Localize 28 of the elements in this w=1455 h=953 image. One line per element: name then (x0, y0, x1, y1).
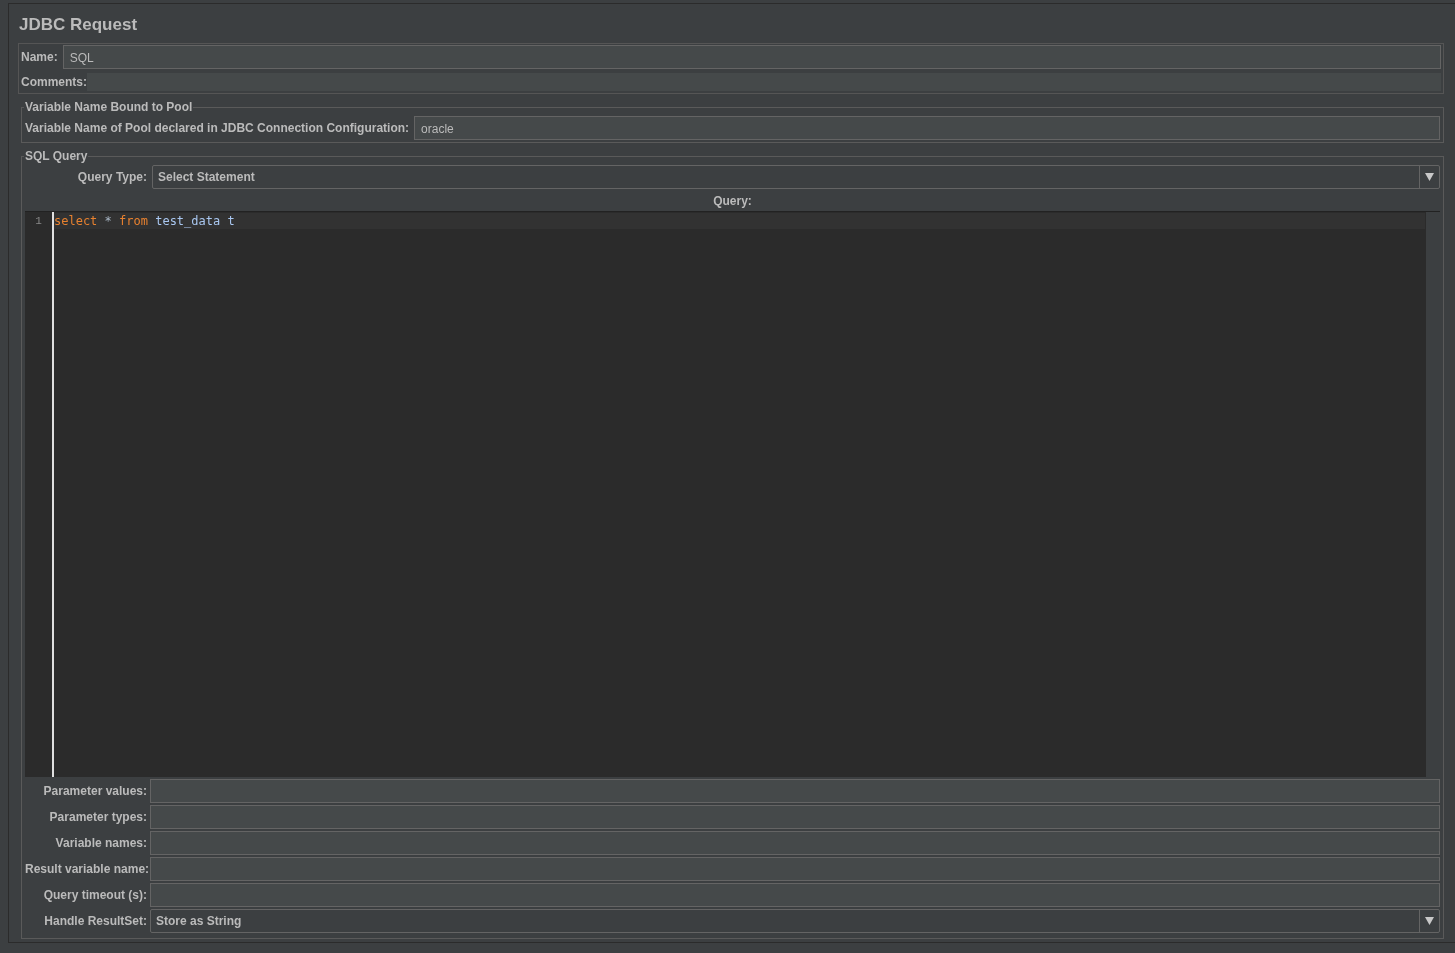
parameter-label: Parameter values: (42, 784, 147, 798)
parameter-label: Result variable name: (25, 862, 147, 876)
line-number: 1 (34, 214, 43, 229)
scrollbar-track[interactable] (1425, 212, 1440, 777)
query-type-dropdown[interactable]: Select Statement (152, 165, 1440, 189)
name-label: Name: (21, 50, 58, 64)
panel-title: JDBC Request (18, 14, 139, 36)
parameter-label: Handle ResultSet: (43, 914, 147, 928)
group-title: SQL Query (24, 149, 89, 163)
parameter-label: Variable names: (54, 836, 147, 850)
pool-name-label: Variable Name of Pool declared in JDBC Connection Configuration: (25, 121, 410, 135)
parameter-field[interactable] (150, 857, 1440, 881)
dropdown-arrow-icon (1425, 917, 1434, 925)
dropdown-arrow-icon (1425, 173, 1434, 181)
group-title: Variable Name Bound to Pool (24, 100, 194, 114)
parameter-label: Parameter types: (48, 810, 147, 824)
query-label: Query: (713, 194, 752, 208)
comments-label: Comments: (21, 75, 87, 89)
parameter-label: Query timeout (s): (42, 888, 147, 902)
result-set-dropdown[interactable]: Store as String (150, 909, 1440, 933)
query-type-label: Query Type: (76, 170, 147, 184)
code-editor[interactable]: 1 select * from test_data t (25, 211, 1440, 777)
name-field[interactable]: SQL (62, 45, 1441, 69)
parameter-field[interactable] (150, 805, 1440, 829)
parameter-field[interactable] (150, 779, 1440, 803)
parameter-field[interactable] (150, 831, 1440, 855)
pool-name-field[interactable]: oracle (414, 116, 1440, 140)
parameter-field[interactable] (150, 883, 1440, 907)
